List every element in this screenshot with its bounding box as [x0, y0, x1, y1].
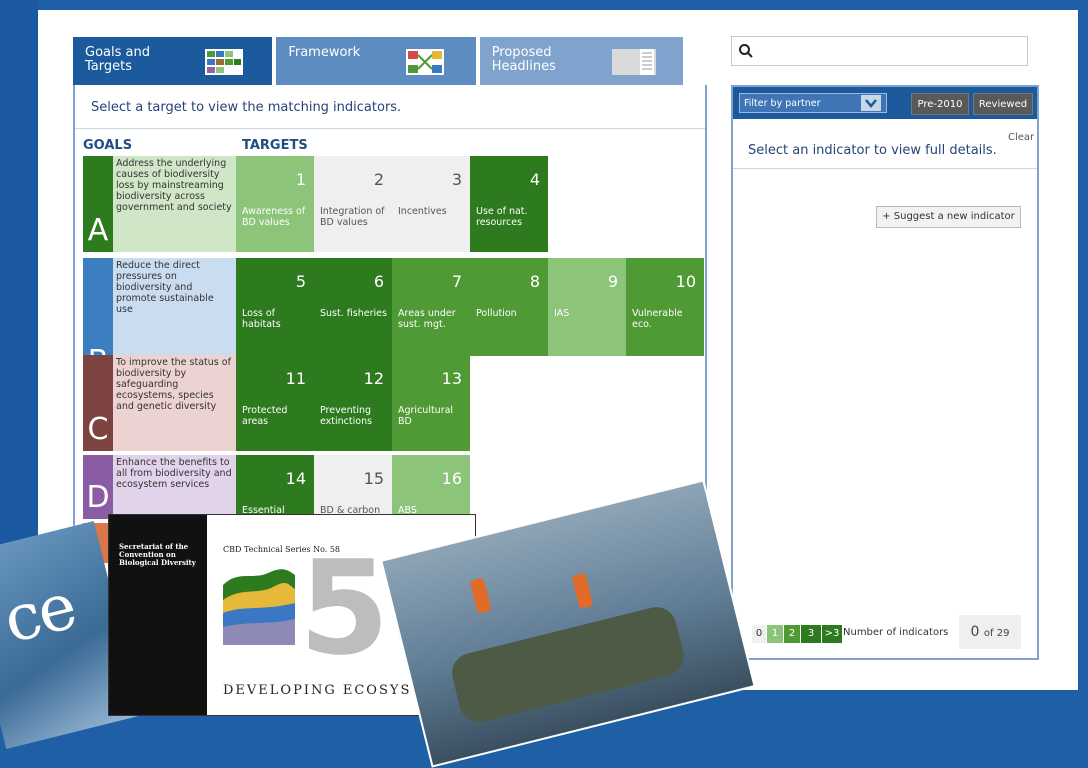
instruction-text: Select a target to view the matching ind… — [91, 100, 402, 115]
details-panel — [731, 85, 1039, 660]
legend-item-2: 2 — [784, 625, 800, 643]
tab-goals-and-targets[interactable]: Goals and Targets — [73, 37, 273, 85]
target-11[interactable]: 11 Protected areas — [236, 355, 314, 451]
target-8[interactable]: 8 Pollution — [470, 258, 548, 356]
target-3[interactable]: 3 Incentives — [392, 156, 470, 252]
target-15[interactable]: 15 BD & carbon — [314, 455, 392, 519]
tab-framework[interactable]: Framework — [276, 37, 476, 85]
goal-d-letter[interactable]: D — [83, 455, 113, 519]
tab-proposed-headlines[interactable]: Proposed Headlines — [479, 37, 684, 85]
target-9[interactable]: 9 IAS — [548, 258, 626, 356]
view-tabs: Goals and Targets Framework Proposed Hea… — [73, 37, 684, 85]
target-1[interactable]: 1 Awareness of BD values — [236, 156, 314, 252]
suggest-indicator-button[interactable]: + Suggest a new indicator — [876, 206, 1021, 228]
goal-a-text[interactable]: Address the underlying causes of biodive… — [113, 156, 236, 252]
legend-item-3: 3 — [801, 625, 821, 643]
tab-label: Framework — [288, 45, 361, 60]
target-12[interactable]: 12 Preventing extinctions — [314, 355, 392, 451]
legend-item-1: 1 — [767, 625, 783, 643]
target-5[interactable]: 5 Loss of habitats — [236, 258, 314, 356]
target-2[interactable]: 2 Integration of BD values — [314, 156, 392, 252]
goal-c-text[interactable]: To improve the status of biodiversity by… — [113, 355, 236, 451]
search-icon — [739, 44, 753, 58]
pre-2010-button[interactable]: Pre-2010 — [911, 93, 969, 115]
target-4[interactable]: 4 Use of nat. resources — [470, 156, 548, 252]
grid-thumbnail-icon — [205, 49, 243, 75]
target-13[interactable]: 13 Agricultural BD — [392, 355, 470, 451]
goal-d-text[interactable]: Enhance the benefits to all from biodive… — [113, 455, 236, 519]
tab-label: Goals and Targets — [85, 45, 150, 74]
chevron-down-icon[interactable] — [861, 95, 881, 111]
framework-thumbnail-icon — [406, 49, 445, 75]
search-input[interactable] — [760, 41, 1024, 63]
goal-c-letter[interactable]: C — [83, 355, 113, 451]
layered-chart-graphic — [223, 569, 295, 645]
headlines-thumbnail-icon — [611, 49, 656, 75]
target-10[interactable]: 10 Vulnerable eco. — [626, 258, 704, 356]
goals-header: GOALS — [83, 138, 133, 153]
target-6[interactable]: 6 Sust. fisheries — [314, 258, 392, 356]
reviewed-button[interactable]: Reviewed — [973, 93, 1033, 115]
divider — [75, 128, 705, 129]
search-box[interactable] — [731, 36, 1028, 66]
tab-label: Proposed Headlines — [491, 45, 556, 74]
divider — [733, 168, 1037, 169]
indicator-count: 0 of 29 — [959, 615, 1021, 649]
target-14[interactable]: 14 Essential — [236, 455, 314, 519]
clear-link[interactable]: Clear — [1008, 132, 1034, 143]
target-7[interactable]: 7 Areas under sust. mgt. — [392, 258, 470, 356]
targets-header: TARGETS — [242, 138, 308, 153]
legend-item-gt3: >3 — [822, 625, 842, 643]
details-message: Select an indicator to view full details… — [748, 143, 997, 158]
target-16[interactable]: 16 ABS — [392, 455, 470, 519]
legend-item-0: 0 — [752, 625, 766, 643]
goal-a-letter[interactable]: A — [83, 156, 113, 252]
legend-label: Number of indicators — [843, 627, 949, 638]
